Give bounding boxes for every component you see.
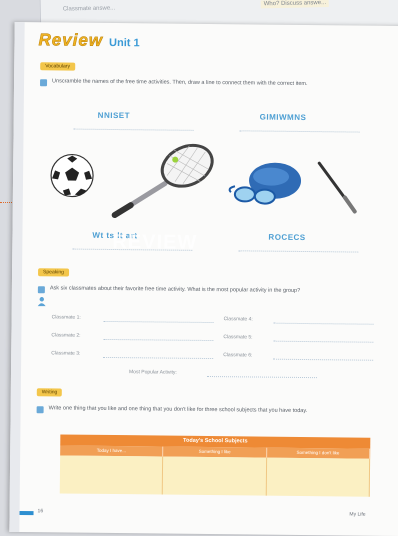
vocabulary-tag: Vocabulary (40, 62, 76, 71)
back-page-text-right: Who? Discuss answe... (260, 0, 330, 9)
classmate-2-field[interactable] (103, 338, 214, 342)
page-binding-edge (9, 21, 25, 533)
swim-goggles-icon (228, 162, 302, 205)
classmate-3-field[interactable] (103, 356, 214, 360)
page-footer: 16 My Life (9, 508, 398, 522)
classmate-1-field[interactable] (103, 320, 214, 324)
classmate-3-label: Classmate 3: (51, 350, 81, 357)
answer-line-1[interactable] (73, 128, 194, 131)
soccer-ball-icon (50, 153, 94, 198)
scrambled-word-1: NNISET (97, 110, 131, 121)
subjects-table: Today's School Subjects Today I have... … (59, 434, 371, 499)
most-popular-field[interactable] (206, 375, 317, 379)
table-cell-dislike[interactable] (266, 457, 371, 497)
book-title: My Life (349, 511, 366, 518)
answer-line-2[interactable] (239, 130, 360, 133)
classmate-1-label: Classmate 1: (51, 314, 81, 321)
table-cell-like[interactable] (163, 456, 267, 496)
most-popular-label: Most Popular Activity: (128, 369, 177, 376)
classmate-6-label: Classmate 6: (223, 352, 253, 359)
unit-label: Unit 1 (108, 36, 140, 50)
footer-accent-bar (19, 511, 34, 516)
page-number: 16 (37, 508, 44, 515)
classmate-6-field[interactable] (273, 358, 374, 361)
classmate-4-label: Classmate 4: (223, 316, 253, 323)
table-body-row (59, 455, 371, 497)
classmate-4-field[interactable] (273, 322, 374, 325)
scrambled-word-4: ROCECS (268, 232, 306, 243)
speaking-people-icon (37, 297, 46, 307)
answer-line-4[interactable] (238, 250, 359, 253)
page-title: Review Unit 1 (38, 30, 140, 51)
classmate-5-field[interactable] (273, 340, 374, 343)
stick-icon (317, 161, 357, 214)
speaking-tag: Speaking (38, 268, 69, 277)
vocabulary-instruction: Unscramble the names of the free time ac… (52, 78, 308, 88)
classmate-5-label: Classmate 5: (223, 334, 253, 341)
writing-bullet-icon (36, 406, 44, 414)
classmate-2-label: Classmate 2: (51, 332, 81, 339)
tennis-racket-icon (111, 143, 214, 219)
table-cell-today[interactable] (59, 455, 164, 495)
vocabulary-bullet-icon (40, 79, 48, 87)
writing-tag: Writing (36, 388, 63, 397)
speaking-bullet-icon (37, 286, 45, 294)
title-text: Review (38, 30, 104, 50)
speaking-instruction: Ask six classmates about their favorite … (49, 285, 301, 294)
writing-instruction: Write one thing that you like and one th… (48, 405, 308, 415)
scrambled-word-2: GIMIWMNS (259, 112, 307, 123)
back-page-text-left: Classmate answe... (62, 5, 116, 13)
watermark: REVIEW (112, 230, 198, 254)
worksheet-page: Review Unit 1 Vocabulary Unscramble the n… (9, 21, 398, 536)
